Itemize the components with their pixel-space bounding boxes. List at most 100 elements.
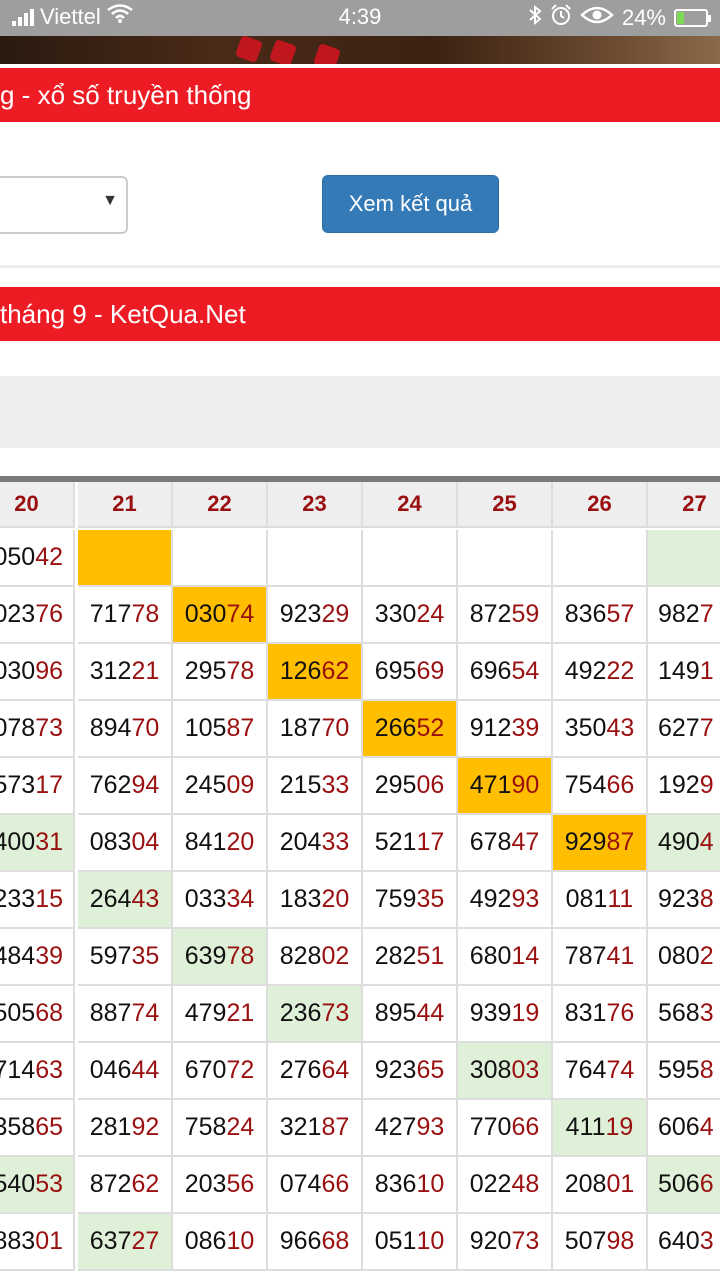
number-tail: 39: [35, 942, 63, 970]
number-head: 080: [658, 942, 700, 970]
result-cell: 71463: [0, 1043, 75, 1100]
result-cell: 912 39: [458, 701, 553, 758]
number-tail: 21: [226, 999, 255, 1027]
number-tail: 43: [131, 885, 160, 913]
number-tail: 35: [131, 942, 160, 970]
result-cell: 105 87: [173, 701, 268, 758]
number-tail: 47: [511, 828, 540, 856]
number-tail: 74: [606, 1056, 635, 1084]
number-head: 758: [184, 1113, 227, 1141]
number-tail: 72: [226, 1056, 255, 1084]
number-head: 187: [279, 714, 322, 742]
number-head: 714: [0, 1056, 36, 1084]
number-tail: 20: [226, 828, 255, 856]
result-cell: 208 01: [553, 1157, 648, 1214]
number-tail: 19: [511, 999, 540, 1027]
number-head: 912: [469, 714, 512, 742]
number-tail: 41: [606, 942, 635, 970]
number-tail: 52: [416, 714, 445, 742]
number-head: 507: [564, 1227, 607, 1255]
number-head: 639: [184, 942, 227, 970]
number-tail: 48: [511, 1170, 540, 1198]
number-head: 573: [0, 771, 36, 799]
number-tail: 33: [321, 828, 350, 856]
number-head: 030: [0, 657, 36, 685]
result-cell: 312 21: [78, 644, 173, 701]
number-tail: 9: [699, 771, 714, 799]
number-tail: 53: [35, 1170, 63, 1198]
number-head: 236: [279, 999, 322, 1027]
number-tail: 4: [699, 828, 714, 856]
result-cell: 350 43: [553, 701, 648, 758]
alarm-icon: [550, 4, 572, 32]
result-cell: 595 8: [648, 1043, 720, 1100]
number-tail: 35: [416, 885, 445, 913]
result-cell: 05042: [0, 530, 75, 587]
view-results-button[interactable]: Xem kết quả: [322, 175, 499, 233]
result-cell: 966 68: [268, 1214, 363, 1271]
number-head: 717: [89, 600, 132, 628]
search-form: ▼ Xem kết quả: [0, 124, 720, 268]
number-tail: 10: [416, 1227, 445, 1255]
number-tail: 51: [416, 942, 445, 970]
number-head: 887: [89, 999, 132, 1027]
result-cell: 48439: [0, 929, 75, 986]
result-cell: 895 44: [363, 986, 458, 1043]
number-head: 086: [184, 1227, 227, 1255]
number-tail: 74: [226, 600, 255, 628]
result-cell: 695 69: [363, 644, 458, 701]
result-cell: 427 93: [363, 1100, 458, 1157]
number-tail: 78: [226, 657, 255, 685]
result-cell: 40031: [0, 815, 75, 872]
number-tail: 73: [35, 714, 63, 742]
number-head: 074: [279, 1170, 322, 1198]
number-tail: 65: [35, 1113, 63, 1141]
number-head: 606: [658, 1113, 700, 1141]
number-tail: 87: [321, 1113, 350, 1141]
number-tail: 68: [35, 999, 63, 1027]
number-tail: 8: [699, 1056, 714, 1084]
number-head: 841: [184, 828, 227, 856]
result-cell: 295 06: [363, 758, 458, 815]
number-tail: 20: [321, 885, 350, 913]
number-head: 759: [374, 885, 417, 913]
results-title: tháng 9 - KetQua.Net: [0, 298, 246, 329]
result-cell: 606 4: [648, 1100, 720, 1157]
number-tail: 44: [131, 1056, 160, 1084]
number-tail: 92: [131, 1113, 160, 1141]
result-cell: 492 22: [553, 644, 648, 701]
number-head: 492: [469, 885, 512, 913]
battery-fill: [677, 12, 684, 24]
number-tail: 42: [35, 543, 63, 571]
result-cell: 490 4: [648, 815, 720, 872]
number-tail: 3: [699, 999, 714, 1027]
result-cell: [648, 530, 720, 587]
number-tail: 43: [606, 714, 635, 742]
result-cell: 479 21: [173, 986, 268, 1043]
ad-placeholder: [0, 376, 720, 448]
result-cell: 923 8: [648, 872, 720, 929]
result-cell: 266 52: [363, 701, 458, 758]
number-tail: 10: [226, 1227, 255, 1255]
number-head: 471: [469, 771, 512, 799]
header-banner-image: [0, 36, 720, 64]
result-cell: 03096: [0, 644, 75, 701]
results-table: 2021222324252627050420237671778030749232…: [0, 482, 720, 1280]
result-cell: 923 29: [268, 587, 363, 644]
number-tail: 59: [511, 600, 540, 628]
result-cell: 759 35: [363, 872, 458, 929]
number-tail: 33: [321, 771, 350, 799]
result-cell: 521 17: [363, 815, 458, 872]
number-tail: 98: [606, 1227, 635, 1255]
column-header: 21: [78, 482, 173, 528]
number-head: 770: [469, 1113, 512, 1141]
number-tail: 70: [131, 714, 160, 742]
result-cell: 787 41: [553, 929, 648, 986]
result-cell: 245 09: [173, 758, 268, 815]
date-select[interactable]: ▼: [0, 176, 128, 234]
result-cell: 670 72: [173, 1043, 268, 1100]
result-cell: 126 62: [268, 644, 363, 701]
column-header: 26: [553, 482, 648, 528]
result-cell: 836 57: [553, 587, 648, 644]
dice-image: [312, 42, 342, 64]
